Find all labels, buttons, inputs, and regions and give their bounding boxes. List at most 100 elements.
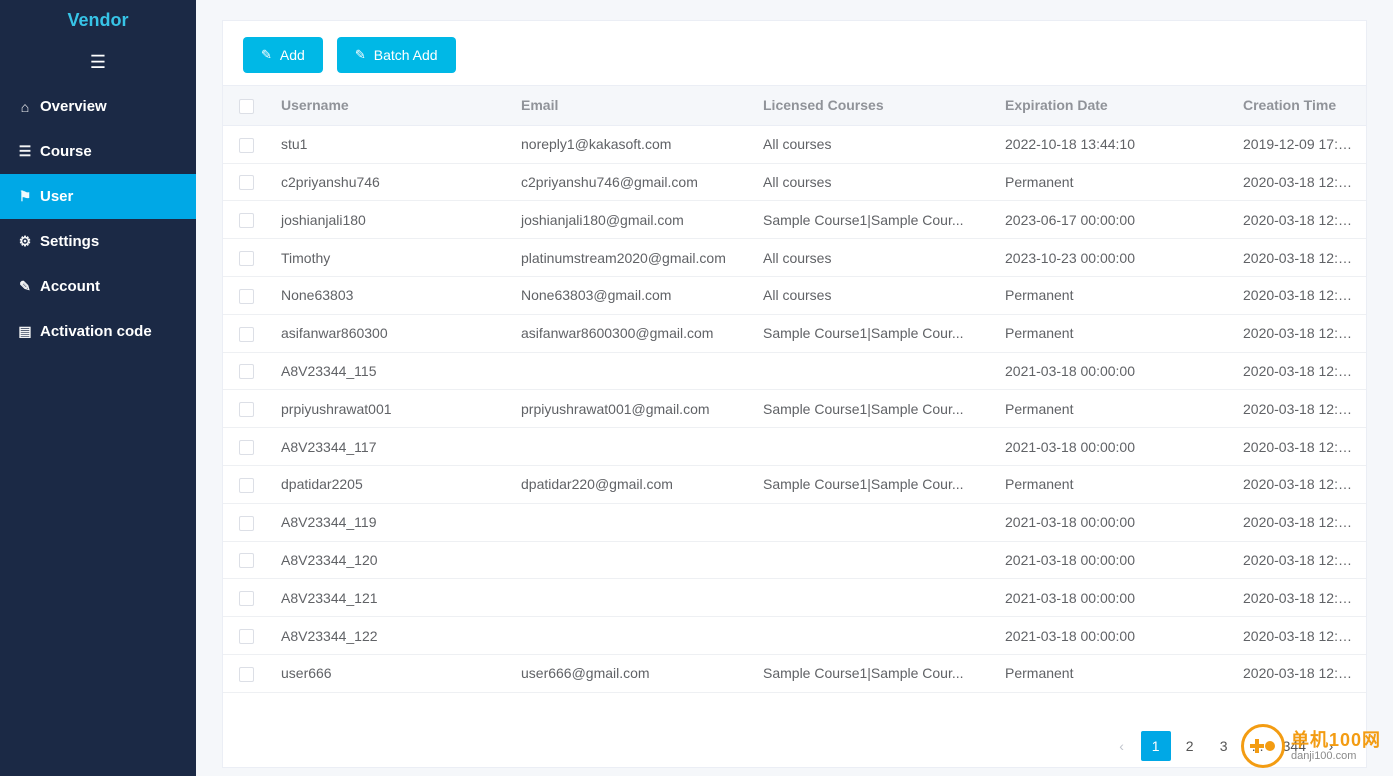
- cell-email: prpiyushrawat001@gmail.com: [509, 390, 751, 428]
- pager-ellipsis[interactable]: ...: [1243, 731, 1273, 761]
- cell-creation: 2020-03-18 12:51:06: [1231, 276, 1366, 314]
- user-icon: ⚑: [16, 188, 34, 205]
- table-row[interactable]: A8V23344_1222021-03-18 00:00:002020-03-1…: [223, 617, 1366, 655]
- cell-creation: 2020-03-18 12:50:46: [1231, 163, 1366, 201]
- table-row[interactable]: A8V23344_1152021-03-18 00:00:002020-03-1…: [223, 352, 1366, 390]
- cell-licensed: All courses: [751, 125, 993, 163]
- header-expiration[interactable]: Expiration Date: [993, 86, 1231, 126]
- pager-prev[interactable]: ‹: [1107, 731, 1137, 761]
- cell-creation: 2020-03-18 12:51:06: [1231, 314, 1366, 352]
- table-row[interactable]: user666user666@gmail.comSample Course1|S…: [223, 654, 1366, 692]
- cell-expiration: Permanent: [993, 465, 1231, 503]
- cell-licensed: All courses: [751, 239, 993, 277]
- batch-add-button[interactable]: ✎ Batch Add: [337, 37, 456, 73]
- sidebar-item-label: Account: [40, 278, 100, 295]
- sidebar-item-user[interactable]: ⚑User: [0, 174, 196, 219]
- sidebar-item-course[interactable]: ☰ Course: [0, 129, 196, 174]
- table-row[interactable]: A8V23344_1192021-03-18 00:00:002020-03-1…: [223, 503, 1366, 541]
- edit-icon: ✎: [16, 278, 34, 295]
- sidebar-item-label: Course: [40, 143, 92, 160]
- row-checkbox[interactable]: [239, 591, 254, 606]
- pager-page-last[interactable]: 344: [1277, 731, 1312, 761]
- cell-username: Timothy: [269, 239, 509, 277]
- row-checkbox[interactable]: [239, 629, 254, 644]
- table-row[interactable]: dpatidar2205dpatidar220@gmail.comSample …: [223, 465, 1366, 503]
- row-checkbox[interactable]: [239, 251, 254, 266]
- cell-licensed: All courses: [751, 163, 993, 201]
- sidebar-item-activation-code[interactable]: ▤Activation code: [0, 309, 196, 354]
- table-row[interactable]: A8V23344_1172021-03-18 00:00:002020-03-1…: [223, 428, 1366, 466]
- cell-expiration: Permanent: [993, 276, 1231, 314]
- cell-creation: 2020-03-18 12:51:06: [1231, 239, 1366, 277]
- row-checkbox[interactable]: [239, 516, 254, 531]
- sidebar-item-account[interactable]: ✎ Account: [0, 264, 196, 309]
- row-checkbox-cell: [223, 503, 269, 541]
- table-row[interactable]: stu1noreply1@kakasoft.comAll courses2022…: [223, 125, 1366, 163]
- cell-email: [509, 617, 751, 655]
- row-checkbox[interactable]: [239, 213, 254, 228]
- cell-email: user666@gmail.com: [509, 654, 751, 692]
- row-checkbox[interactable]: [239, 327, 254, 342]
- cell-creation: 2020-03-18 12:51:06: [1231, 617, 1366, 655]
- cell-username: c2priyanshu746: [269, 163, 509, 201]
- cell-username: A8V23344_120: [269, 541, 509, 579]
- cell-licensed: Sample Course1|Sample Cour...: [751, 465, 993, 503]
- table-wrap: Username Email Licensed Courses Expirati…: [223, 85, 1366, 725]
- cell-email: joshianjali180@gmail.com: [509, 201, 751, 239]
- cell-licensed: [751, 541, 993, 579]
- select-all-checkbox[interactable]: [239, 99, 254, 114]
- edit-icon: ✎: [261, 47, 272, 63]
- row-checkbox[interactable]: [239, 175, 254, 190]
- pager-page-1[interactable]: 1: [1141, 731, 1171, 761]
- cell-email: c2priyanshu746@gmail.com: [509, 163, 751, 201]
- header-licensed[interactable]: Licensed Courses: [751, 86, 993, 126]
- book-icon: ▤: [16, 323, 34, 340]
- add-button[interactable]: ✎ Add: [243, 37, 323, 73]
- table-row[interactable]: A8V23344_120 2021-03-18 00:00:002020-03-1…: [223, 541, 1366, 579]
- row-checkbox[interactable]: [239, 289, 254, 304]
- cell-email: noreply1@kakasoft.com: [509, 125, 751, 163]
- row-checkbox[interactable]: [239, 440, 254, 455]
- cell-email: [509, 352, 751, 390]
- cell-expiration: 2021-03-18 00:00:00: [993, 579, 1231, 617]
- table-row[interactable]: None63803None63803@gmail.comAll coursesP…: [223, 276, 1366, 314]
- pager-page-2[interactable]: 2: [1175, 731, 1205, 761]
- pagination: ‹123...344›: [223, 725, 1366, 767]
- table-row[interactable]: asifanwar860300asifanwar8600300@gmail.co…: [223, 314, 1366, 352]
- cell-creation: 2019-12-09 17:09:39: [1231, 125, 1366, 163]
- header-creation[interactable]: Creation Time: [1231, 86, 1366, 126]
- pager-next[interactable]: ›: [1316, 731, 1346, 761]
- cell-expiration: 2021-03-18 00:00:00: [993, 541, 1231, 579]
- table-row[interactable]: prpiyushrawat001prpiyushrawat001@gmail.c…: [223, 390, 1366, 428]
- cell-username: A8V23344_121: [269, 579, 509, 617]
- cell-creation: 2020-03-18 12:51:06: [1231, 541, 1366, 579]
- cell-creation: 2020-03-18 12:51:06: [1231, 390, 1366, 428]
- sliders-icon: ☰: [16, 143, 34, 160]
- row-checkbox[interactable]: [239, 138, 254, 153]
- row-checkbox[interactable]: [239, 667, 254, 682]
- table-row[interactable]: Timothyplatinumstream2020@gmail.comAll c…: [223, 239, 1366, 277]
- sidebar-item-settings[interactable]: ⚙Settings: [0, 219, 196, 264]
- row-checkbox[interactable]: [239, 478, 254, 493]
- row-checkbox[interactable]: [239, 364, 254, 379]
- cell-expiration: Permanent: [993, 314, 1231, 352]
- row-checkbox-cell: [223, 428, 269, 466]
- table-row[interactable]: joshianjali180joshianjali180@gmail.comSa…: [223, 201, 1366, 239]
- cell-email: dpatidar220@gmail.com: [509, 465, 751, 503]
- sidebar-item-overview[interactable]: ⌂Overview: [0, 84, 196, 129]
- table-row[interactable]: c2priyanshu746c2priyanshu746@gmail.comAl…: [223, 163, 1366, 201]
- table-row[interactable]: A8V23344_121 2021-03-18 00:00:002020-03-1…: [223, 579, 1366, 617]
- cell-username: A8V23344_117: [269, 428, 509, 466]
- row-checkbox-cell: [223, 579, 269, 617]
- cell-creation: 2020-03-18 12:51:06: [1231, 579, 1366, 617]
- pager-page-3[interactable]: 3: [1209, 731, 1239, 761]
- row-checkbox[interactable]: [239, 402, 254, 417]
- row-checkbox[interactable]: [239, 553, 254, 568]
- row-checkbox-cell: [223, 314, 269, 352]
- cell-licensed: [751, 579, 993, 617]
- hamburger-icon[interactable]: ☰: [0, 40, 196, 84]
- header-username[interactable]: Username: [269, 86, 509, 126]
- cell-creation: 2020-03-18 12:51:06: [1231, 465, 1366, 503]
- panel: ✎ Add ✎ Batch Add: [222, 20, 1367, 768]
- header-email[interactable]: Email: [509, 86, 751, 126]
